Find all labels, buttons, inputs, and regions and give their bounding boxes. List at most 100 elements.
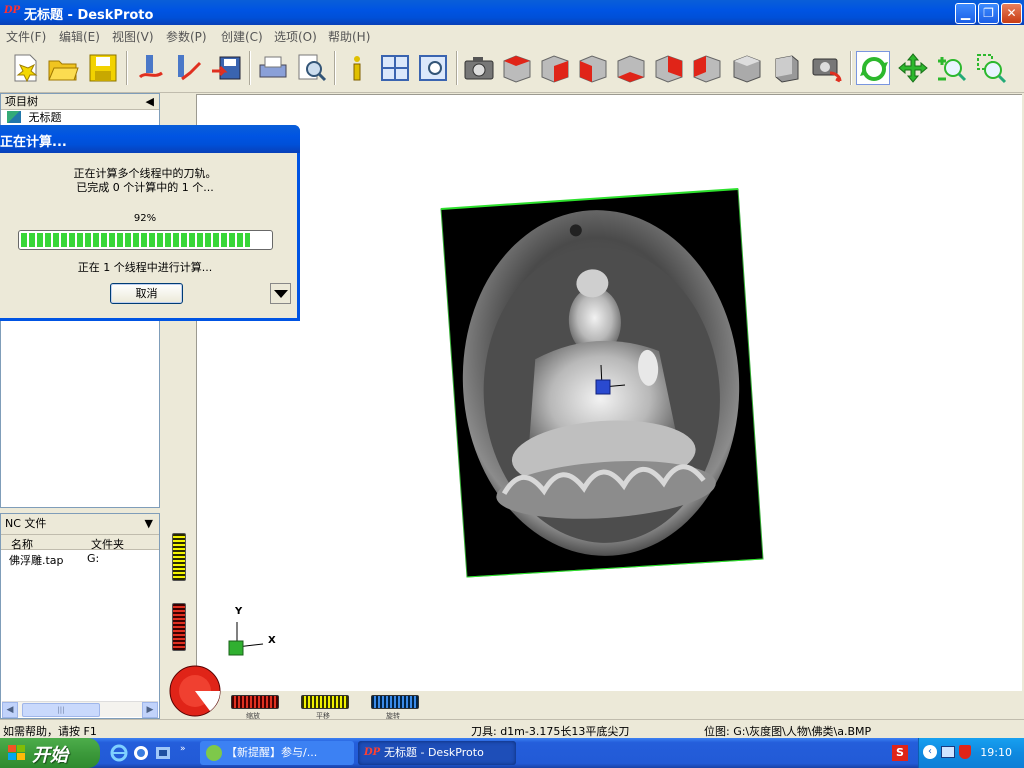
export-button[interactable] <box>210 51 244 85</box>
view-red-2-icon <box>541 55 569 83</box>
scroll-left-icon[interactable]: ◀ <box>2 702 18 718</box>
view-red-1-button[interactable] <box>500 51 534 85</box>
minimize-button[interactable]: ▁ <box>955 3 976 24</box>
ime-icon[interactable]: S <box>892 745 908 761</box>
windows-logo-icon <box>8 745 25 760</box>
print-button[interactable] <box>256 51 290 85</box>
menu-view[interactable]: 视图(V) <box>112 28 154 45</box>
rotate-dial[interactable] <box>371 695 419 709</box>
nc-table-header: 名称 文件夹 <box>1 534 159 551</box>
info-button[interactable] <box>340 51 374 85</box>
view-red-6-button[interactable] <box>690 51 724 85</box>
axis-x-label: X <box>268 635 276 646</box>
menu-file[interactable]: 文件(F) <box>6 28 46 45</box>
restore-icon: ❐ <box>983 6 994 20</box>
export-icon <box>212 56 241 80</box>
dropdown-arrow-icon[interactable]: ▼ <box>145 514 153 534</box>
taskbar: 开始 » 【新提醒】参与/... DP 无标题 - DeskProto S ‹ … <box>0 738 1024 768</box>
tree-item-project[interactable]: 无标题 <box>1 110 159 126</box>
menu-create[interactable]: 创建(C) <box>221 28 263 45</box>
zoom-in-button[interactable] <box>934 51 968 85</box>
camera-reset-icon <box>812 58 842 83</box>
collapse-arrow-icon[interactable]: ◀ <box>146 94 154 110</box>
print-icon <box>259 56 287 78</box>
browser-icon[interactable] <box>132 744 150 762</box>
view-gray-1-button[interactable] <box>730 51 764 85</box>
ie-icon[interactable] <box>110 744 128 762</box>
dialog-title-bar[interactable]: 正在计算... <box>0 125 300 153</box>
minimize-icon: ▁ <box>960 6 971 20</box>
restore-button[interactable]: ❐ <box>978 3 999 24</box>
print-preview-button[interactable] <box>294 51 328 85</box>
zoom-dial[interactable] <box>231 695 279 709</box>
view-gray-1-icon <box>733 55 761 83</box>
camera-button[interactable] <box>462 51 496 85</box>
window-title: 无标题 - DeskProto <box>24 8 154 23</box>
info-icon <box>353 56 361 81</box>
toolbar-separator <box>456 51 458 85</box>
view-red-2-button[interactable] <box>538 51 572 85</box>
zoom-window-button[interactable] <box>416 51 450 85</box>
view-red-5-button[interactable] <box>652 51 686 85</box>
cancel-button[interactable]: 取消 <box>110 283 183 304</box>
progress-dialog: 正在计算... 正在计算多个线程中的刀轨。 已完成 0 个计算中的 1 个...… <box>0 125 300 321</box>
open-button[interactable] <box>46 51 80 85</box>
scrollbar-thumb[interactable]: ||| <box>22 703 100 717</box>
tray-expand-icon[interactable]: ‹ <box>923 745 937 759</box>
vertical-zoom-dial[interactable] <box>172 603 186 651</box>
toolpath-button[interactable] <box>134 51 168 85</box>
new-file-button[interactable] <box>8 51 42 85</box>
nc-files-title: NC 文件 <box>5 517 47 530</box>
title-bar[interactable]: DP 无标题 - DeskProto ▁ ❐ ✕ <box>0 0 1024 25</box>
progress-bar-fill <box>21 233 251 247</box>
media-icon[interactable] <box>154 744 172 762</box>
camera-reset-button[interactable] <box>810 51 844 85</box>
view-red-4-icon <box>617 55 645 83</box>
clock[interactable]: 19:10 <box>980 746 1012 759</box>
start-label: 开始 <box>32 745 68 766</box>
toolbar-separator <box>126 51 128 85</box>
task-browser[interactable]: 【新提醒】参与/... <box>200 741 354 765</box>
toolpath-icon <box>138 55 163 79</box>
view-red-3-button[interactable] <box>576 51 610 85</box>
toolpath-2-button[interactable] <box>172 51 206 85</box>
zoom-fit-button[interactable] <box>974 51 1008 85</box>
layout-button[interactable] <box>378 51 412 85</box>
view-red-5-icon <box>655 55 683 83</box>
menu-bar: 文件(F) 编辑(E) 视图(V) 参数(P) 创建(C) 选项(O) 帮助(H… <box>0 25 1024 45</box>
vertical-pan-dial[interactable] <box>172 533 186 581</box>
progress-bar <box>18 230 273 250</box>
dialog-status: 正在 1 个线程中进行计算... <box>77 261 213 274</box>
menu-parameters[interactable]: 参数(P) <box>166 28 207 45</box>
scroll-right-icon[interactable]: ▶ <box>142 702 158 718</box>
3d-viewport[interactable]: Y X <box>196 94 1022 691</box>
dialog-message-line2: 已完成 0 个计算中的 1 个... <box>76 181 214 194</box>
view-gray-2-button[interactable] <box>770 51 804 85</box>
toolbar-separator <box>850 51 852 85</box>
security-shield-icon[interactable] <box>959 745 971 759</box>
rotation-dial[interactable] <box>168 664 222 718</box>
nc-file-folder: G: <box>87 552 100 565</box>
close-button[interactable]: ✕ <box>1001 3 1022 24</box>
toolpath-2-icon <box>178 55 202 81</box>
view-gray-2-icon <box>775 55 799 83</box>
menu-help[interactable]: 帮助(H) <box>328 28 370 45</box>
menu-edit[interactable]: 编辑(E) <box>59 28 100 45</box>
pan-button[interactable] <box>896 51 930 85</box>
status-bar: 如需帮助，请按 F1 刀具: d1m-3.175长13平底尖刀 位图: G:\灰… <box>0 719 1024 738</box>
save-button[interactable] <box>86 51 120 85</box>
pan-dial[interactable] <box>301 695 349 709</box>
menu-options[interactable]: 选项(O) <box>274 28 317 45</box>
task-deskproto[interactable]: DP 无标题 - DeskProto <box>358 741 516 765</box>
expand-button[interactable] <box>270 283 291 304</box>
project-icon <box>7 111 21 123</box>
start-button[interactable]: 开始 <box>0 738 100 768</box>
network-icon[interactable] <box>941 746 955 758</box>
project-tree-header: 项目树 ◀ <box>1 94 159 110</box>
view-red-4-button[interactable] <box>614 51 648 85</box>
rotate-button[interactable] <box>856 51 890 85</box>
quicklaunch-more-icon[interactable]: » <box>180 744 186 754</box>
table-row[interactable]: 佛浮雕.tap G: <box>1 550 159 567</box>
horizontal-scrollbar[interactable]: ◀ ||| ▶ <box>2 701 158 718</box>
view-red-6-icon <box>693 55 721 83</box>
